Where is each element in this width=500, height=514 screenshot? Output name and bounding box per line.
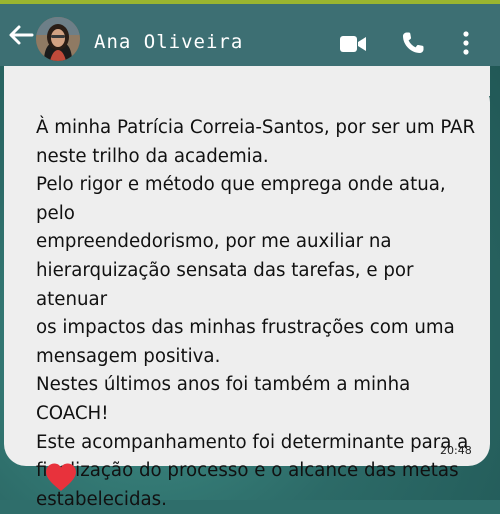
message-timestamp: 20:48 xyxy=(440,444,472,457)
more-vert-icon[interactable] xyxy=(458,30,474,56)
phone-icon[interactable] xyxy=(400,30,426,56)
arrow-left-icon[interactable] xyxy=(8,24,34,46)
video-camera-icon[interactable] xyxy=(339,34,367,54)
message-text: À minha Patrícia Correia-Santos, por ser… xyxy=(36,117,476,510)
chat-header: Ana Oliveira xyxy=(0,0,500,66)
avatar[interactable] xyxy=(36,17,80,61)
heart-icon[interactable] xyxy=(44,462,78,492)
contact-name[interactable]: Ana Oliveira xyxy=(94,31,243,53)
